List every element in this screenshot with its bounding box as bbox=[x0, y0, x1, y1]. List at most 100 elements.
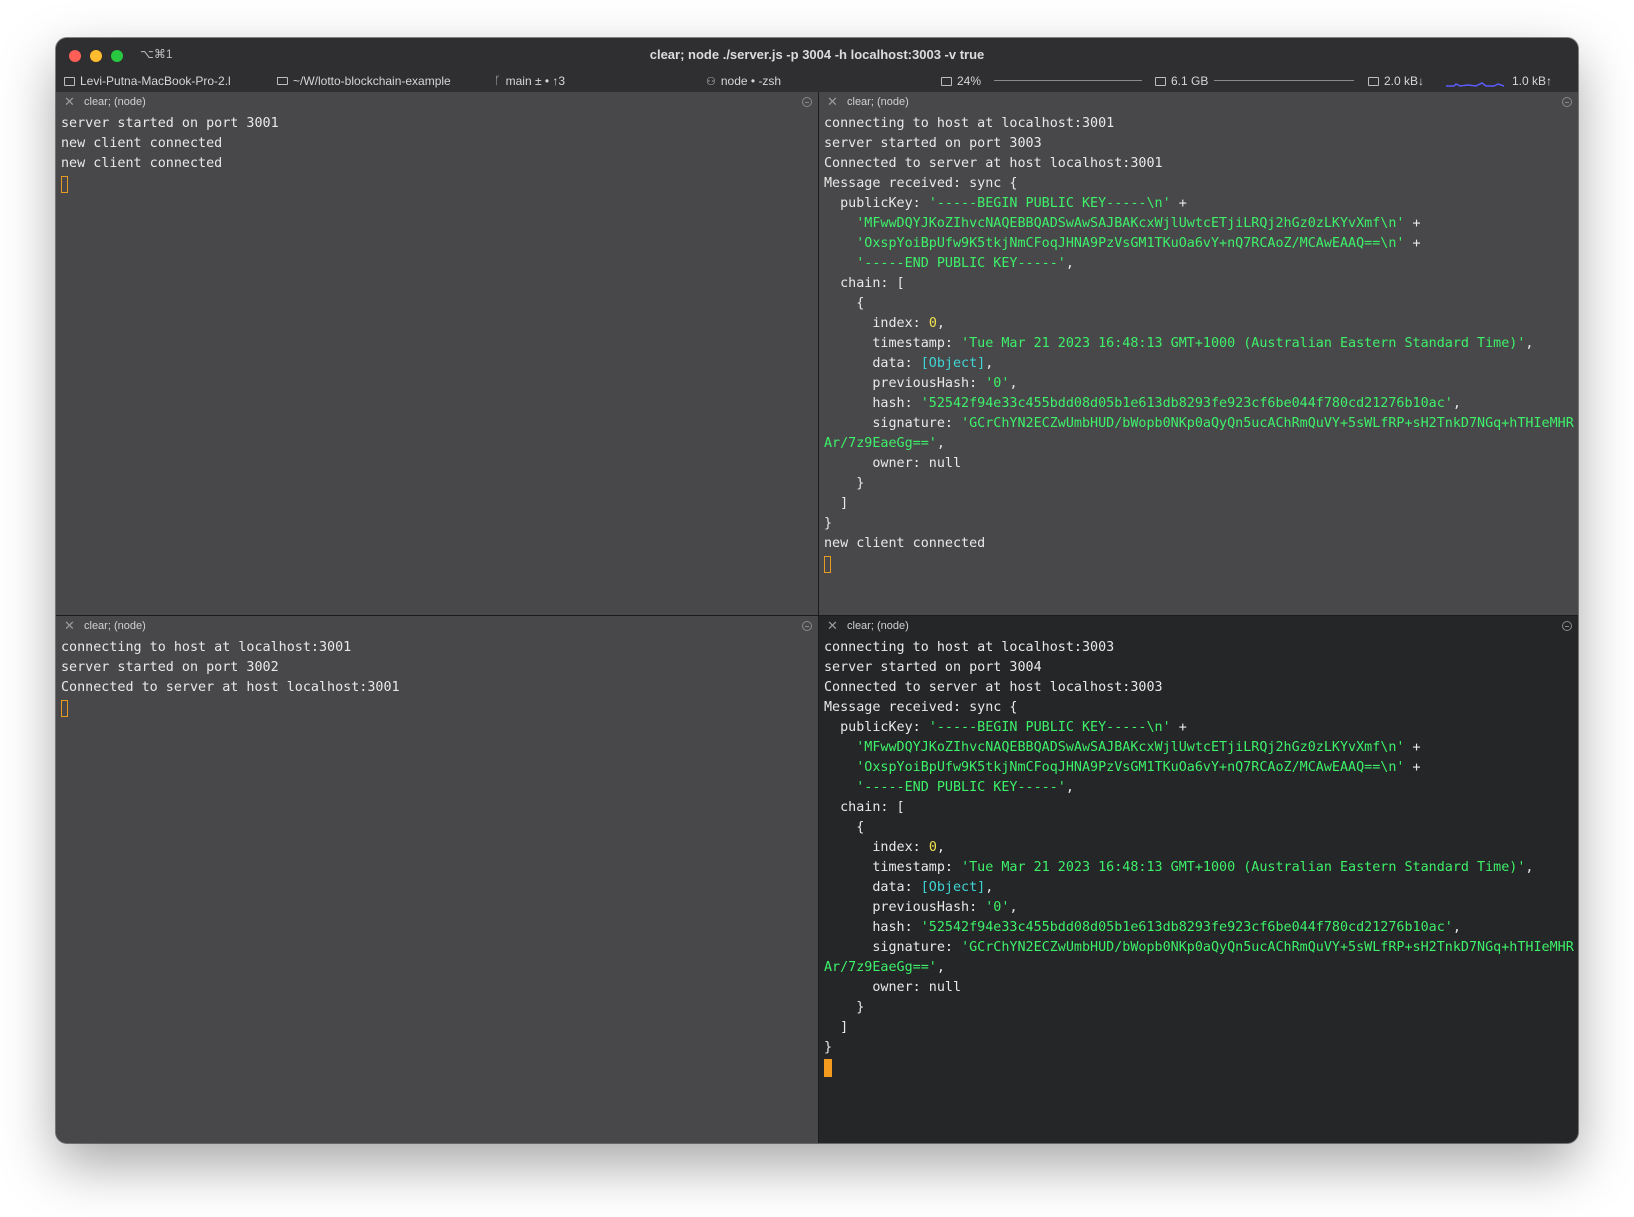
pane-output: connecting to host at localhost:3001 ser… bbox=[61, 638, 813, 718]
message-close: } bbox=[824, 516, 833, 531]
close-pane-icon[interactable]: ✕ bbox=[827, 619, 838, 632]
signature-line: signature: 'GCrChYN2ECZwUmbHUD/bWopb0NKp… bbox=[824, 940, 1574, 955]
public-key-line: publicKey: '-----BEGIN PUBLIC KEY-----\n… bbox=[824, 720, 1187, 735]
signature-line: signature: 'GCrChYN2ECZwUmbHUD/bWopb0NKp… bbox=[824, 416, 1574, 431]
minimize-pane-icon[interactable] bbox=[1562, 97, 1572, 107]
status-network[interactable]: 2.0 kB↓ bbox=[1368, 74, 1424, 88]
close-pane-icon[interactable]: ✕ bbox=[64, 95, 75, 108]
signature-line-wrap: Ar/7z9EaeGg==', bbox=[824, 960, 945, 975]
output-line: new client connected bbox=[61, 156, 223, 171]
net-down: 2.0 kB↓ bbox=[1384, 74, 1425, 88]
pane-header: ✕ clear; (node) bbox=[56, 616, 818, 636]
memory-usage: 6.1 GB bbox=[1171, 74, 1209, 88]
message-header: Message received: sync { bbox=[824, 700, 1018, 715]
close-pane-icon[interactable]: ✕ bbox=[827, 95, 838, 108]
pane-divider-horizontal[interactable] bbox=[56, 615, 1578, 616]
minimize-pane-icon[interactable] bbox=[1562, 621, 1572, 631]
output-line: server started on port 3002 bbox=[61, 660, 279, 675]
memory-icon bbox=[1155, 76, 1166, 86]
title-bar: ⌥⌘1 clear; node ./server.js -p 3004 -h l… bbox=[56, 38, 1578, 70]
terminal-cursor bbox=[61, 700, 68, 717]
index-line: index: 0, bbox=[824, 840, 945, 855]
terminal-window: ⌥⌘1 clear; node ./server.js -p 3004 -h l… bbox=[56, 38, 1578, 1143]
public-key-line: 'OxspYoiBpUfw9K5tkjNmCFoqJHNA9PzVsGM1TKu… bbox=[856, 236, 1421, 251]
status-net-up: 1.0 kB↑ bbox=[1512, 74, 1552, 88]
current-process: node • -zsh bbox=[720, 74, 782, 88]
window-title: clear; node ./server.js -p 3004 -h local… bbox=[649, 47, 985, 62]
public-key-line: publicKey: '-----BEGIN PUBLIC KEY-----\n… bbox=[824, 196, 1187, 211]
terminal-cursor bbox=[61, 176, 68, 193]
pane-bottom-right[interactable]: ✕ clear; (node) connecting to host at lo… bbox=[819, 616, 1578, 1143]
output-line: new client connected bbox=[61, 136, 223, 151]
pane-output: server started on port 3001 new client c… bbox=[61, 114, 813, 194]
pane-output: connecting to host at localhost:3003 ser… bbox=[824, 638, 1574, 1078]
host-name: Levi-Putna-MacBook-Pro-2.l bbox=[80, 74, 231, 88]
output-line: server started on port 3003 bbox=[824, 136, 1042, 151]
pane-top-right[interactable]: ✕ clear; (node) connecting to host at lo… bbox=[819, 92, 1578, 615]
current-path: ~/W/lotto-blockchain-example bbox=[293, 74, 451, 88]
index-line: index: 0, bbox=[824, 316, 945, 331]
previous-hash-line: previousHash: '0', bbox=[824, 376, 1018, 391]
previous-hash-line: previousHash: '0', bbox=[824, 900, 1018, 915]
hash-line: hash: '52542f94e33c455bdd08d05b1e613db82… bbox=[824, 920, 1461, 935]
pane-title: clear; (node) bbox=[847, 96, 909, 108]
output-line: new client connected bbox=[824, 536, 986, 551]
minimize-pane-icon[interactable] bbox=[802, 97, 812, 107]
status-git[interactable]: ᚴ main ± • ↑3 bbox=[494, 74, 565, 88]
terminal-cursor bbox=[824, 1059, 832, 1077]
status-path[interactable]: ~/W/lotto-blockchain-example bbox=[277, 74, 451, 88]
output-line: server started on port 3004 bbox=[824, 660, 1042, 675]
pane-output: connecting to host at localhost:3001 ser… bbox=[824, 114, 1574, 574]
cpu-usage: 24% bbox=[957, 74, 982, 88]
pane-top-left[interactable]: ✕ clear; (node) server started on port 3… bbox=[56, 92, 818, 615]
folder-icon bbox=[277, 77, 288, 85]
owner-line: owner: null bbox=[824, 980, 962, 995]
status-process[interactable]: ⚇ node • -zsh bbox=[706, 74, 781, 88]
block-open: { bbox=[824, 296, 865, 311]
pane-header: ✕ clear; (node) bbox=[819, 616, 1578, 636]
block-close: } bbox=[824, 1000, 865, 1015]
status-memory[interactable]: 6.1 GB bbox=[1155, 74, 1208, 88]
output-line: Connected to server at host localhost:30… bbox=[61, 680, 400, 695]
pane-header: ✕ clear; (node) bbox=[819, 92, 1578, 112]
public-key-line: 'MFwwDQYJKoZIhvcNAQEBBQADSwAwSAJBAKcxWjl… bbox=[856, 740, 1421, 755]
data-line: data: [Object], bbox=[824, 880, 994, 895]
timestamp-line: timestamp: 'Tue Mar 21 2023 16:48:13 GMT… bbox=[824, 336, 1534, 351]
pane-title: clear; (node) bbox=[847, 620, 909, 632]
chain-close: ] bbox=[824, 496, 849, 511]
output-line: connecting to host at localhost:3003 bbox=[824, 640, 1115, 655]
pane-title: clear; (node) bbox=[84, 96, 146, 108]
close-pane-icon[interactable]: ✕ bbox=[64, 619, 75, 632]
output-line: Connected to server at host localhost:30… bbox=[824, 156, 1163, 171]
data-line: data: [Object], bbox=[824, 356, 994, 371]
public-key-line: 'OxspYoiBpUfw9K5tkjNmCFoqJHNA9PzVsGM1TKu… bbox=[856, 760, 1421, 775]
cpu-icon bbox=[941, 76, 952, 86]
pane-divider-vertical[interactable] bbox=[818, 92, 819, 1143]
minimize-pane-icon[interactable] bbox=[802, 621, 812, 631]
status-cpu[interactable]: 24% bbox=[941, 74, 981, 88]
hash-line: hash: '52542f94e33c455bdd08d05b1e613db82… bbox=[824, 396, 1461, 411]
status-host[interactable]: Levi-Putna-MacBook-Pro-2.l bbox=[64, 74, 231, 88]
output-line: connecting to host at localhost:3001 bbox=[61, 640, 352, 655]
network-graph bbox=[1446, 82, 1505, 87]
chain-close: ] bbox=[824, 1020, 849, 1035]
pane-header: ✕ clear; (node) bbox=[56, 92, 818, 112]
net-up: 1.0 kB↑ bbox=[1512, 74, 1553, 88]
block-open: { bbox=[824, 820, 865, 835]
chain-open: chain: [ bbox=[824, 800, 905, 815]
git-branch-icon: ᚴ bbox=[494, 75, 501, 87]
process-icon: ⚇ bbox=[706, 75, 716, 88]
owner-line: owner: null bbox=[824, 456, 962, 471]
public-key-line: '-----END PUBLIC KEY-----', bbox=[856, 780, 1074, 795]
terminal-cursor bbox=[824, 556, 831, 573]
pane-title: clear; (node) bbox=[84, 620, 146, 632]
block-close: } bbox=[824, 476, 865, 491]
output-line: connecting to host at localhost:3001 bbox=[824, 116, 1115, 131]
message-close: } bbox=[824, 1040, 833, 1055]
chain-open: chain: [ bbox=[824, 276, 905, 291]
pane-bottom-left[interactable]: ✕ clear; (node) connecting to host at lo… bbox=[56, 616, 818, 1143]
message-header: Message received: sync { bbox=[824, 176, 1018, 191]
public-key-line: '-----END PUBLIC KEY-----', bbox=[856, 256, 1074, 271]
status-bar: Levi-Putna-MacBook-Pro-2.l ~/W/lotto-blo… bbox=[56, 70, 1578, 93]
output-line: server started on port 3001 bbox=[61, 116, 279, 131]
